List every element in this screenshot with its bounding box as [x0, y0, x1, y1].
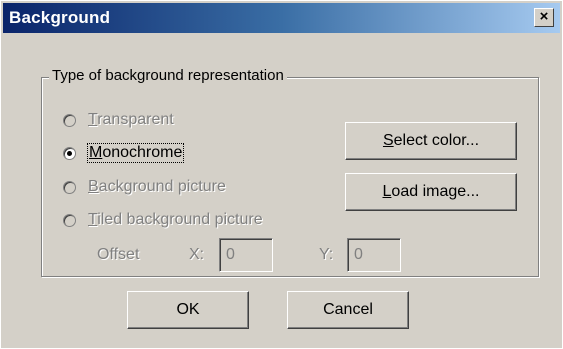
- offset-x-field[interactable]: 0: [219, 238, 273, 272]
- ok-label: OK: [176, 301, 200, 318]
- radio-button-icon: [63, 213, 76, 227]
- radio-transparent[interactable]: Transparent: [63, 109, 174, 131]
- background-dialog: Background × Type of background represen…: [0, 0, 563, 349]
- cancel-button[interactable]: Cancel: [287, 291, 409, 329]
- offset-y-field[interactable]: 0: [347, 238, 401, 272]
- radio-button-icon: [63, 180, 76, 194]
- radio-button-icon: [63, 146, 76, 160]
- load-image-button[interactable]: Load image...: [345, 173, 517, 211]
- radio-tiled-background-picture-label: Tiled background picture: [88, 211, 263, 228]
- groupbox-legend: Type of background representation: [49, 67, 287, 84]
- offset-y-label: Y:: [319, 246, 334, 263]
- radio-tiled-background-picture[interactable]: Tiled background picture: [63, 209, 263, 231]
- offset-x-label: X:: [189, 246, 205, 263]
- ok-button[interactable]: OK: [127, 291, 249, 329]
- radio-monochrome-label: Monochrome: [86, 143, 185, 163]
- load-image-label: Load image...: [382, 183, 480, 200]
- cancel-label: Cancel: [323, 301, 373, 318]
- radio-selected-dot-icon: [67, 150, 72, 156]
- radio-background-picture-label: Background picture: [88, 178, 226, 195]
- radio-transparent-label: Transparent: [88, 111, 174, 128]
- radio-monochrome[interactable]: Monochrome: [63, 142, 185, 164]
- title-bar[interactable]: Background ×: [3, 3, 560, 33]
- radio-background-picture[interactable]: Background picture: [63, 176, 226, 198]
- select-color-label: Select color...: [382, 132, 480, 149]
- select-color-button[interactable]: Select color...: [345, 122, 517, 160]
- radio-button-icon: [63, 113, 76, 127]
- close-button[interactable]: ×: [534, 8, 554, 27]
- offset-label: Offset: [97, 246, 140, 263]
- dialog-title: Background: [9, 8, 111, 27]
- close-icon: ×: [539, 8, 549, 25]
